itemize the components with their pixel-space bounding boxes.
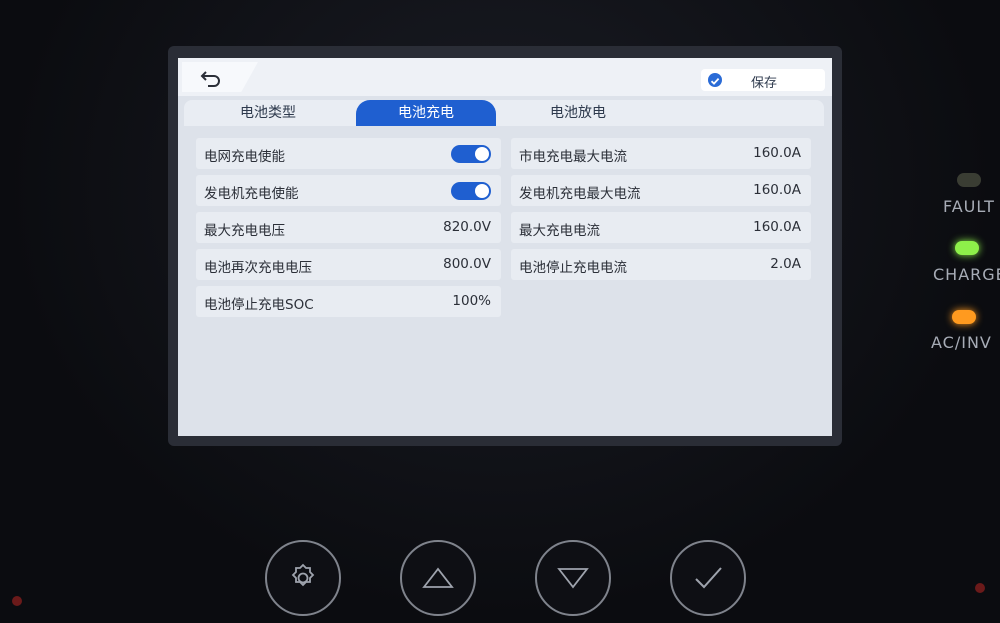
- save-label: 保存: [751, 76, 778, 91]
- setting-row-stop-charge-soc[interactable]: 电池停止充电SOC 100%: [196, 286, 501, 317]
- gear-icon: [291, 563, 315, 587]
- checkmark-circle-icon: [708, 73, 722, 87]
- setting-row-grid-max-charge-current[interactable]: 市电充电最大电流 160.0A: [511, 138, 811, 169]
- decorative-dot: [975, 583, 985, 593]
- save-button[interactable]: 保存: [701, 69, 825, 91]
- tab-battery-charge[interactable]: 电池充电: [356, 100, 496, 126]
- ac-inv-led: [952, 310, 976, 324]
- setting-row-generator-charge-enable[interactable]: 发电机充电使能: [196, 175, 501, 206]
- setting-label: 发电机充电使能: [204, 186, 299, 202]
- setting-value: 160.0A: [753, 219, 801, 235]
- decorative-dot: [12, 596, 22, 606]
- setting-label: 电池停止充电SOC: [204, 297, 314, 313]
- up-arrow-icon: [422, 567, 454, 588]
- setting-value: 820.0V: [443, 219, 491, 235]
- setting-row-generator-max-charge-current[interactable]: 发电机充电最大电流 160.0A: [511, 175, 811, 206]
- setting-row-grid-charge-enable[interactable]: 电网充电使能: [196, 138, 501, 169]
- setting-value: 800.0V: [443, 256, 491, 272]
- down-hw-button[interactable]: [535, 540, 611, 616]
- setting-value: 100%: [452, 293, 491, 309]
- setting-label: 电池再次充电电压: [204, 260, 312, 276]
- setting-value: 160.0A: [753, 145, 801, 161]
- down-arrow-icon: [557, 568, 589, 589]
- setting-label: 发电机充电最大电流: [519, 186, 641, 202]
- top-bar: 保存: [178, 58, 832, 96]
- generator-charge-toggle[interactable]: [451, 182, 491, 200]
- charge-label: CHARGE: [933, 265, 1000, 284]
- setting-row-recharge-voltage[interactable]: 电池再次充电电压 800.0V: [196, 249, 501, 280]
- setting-label: 最大充电电流: [519, 223, 600, 239]
- setting-label: 最大充电电压: [204, 223, 285, 239]
- setting-label: 电网充电使能: [204, 149, 285, 165]
- setting-label: 市电充电最大电流: [519, 149, 627, 165]
- setting-value: 160.0A: [753, 182, 801, 198]
- tab-bar: 电池类型 电池充电 电池放电: [184, 100, 824, 126]
- toggle-knob: [475, 184, 489, 198]
- setting-row-stop-charge-current[interactable]: 电池停止充电电流 2.0A: [511, 249, 811, 280]
- back-arrow-icon: [200, 71, 220, 87]
- back-button[interactable]: [182, 62, 258, 92]
- setting-row-max-charge-voltage[interactable]: 最大充电电压 820.0V: [196, 212, 501, 243]
- grid-charge-toggle[interactable]: [451, 145, 491, 163]
- ac-inv-label: AC/INV: [931, 333, 992, 352]
- tab-battery-type[interactable]: 电池类型: [218, 100, 318, 126]
- setting-value: 2.0A: [770, 256, 801, 272]
- lcd-screen: 保存 电池类型 电池充电 电池放电 电网充电使能 发电机充电使能 最大充电电压 …: [178, 58, 832, 436]
- settings-hw-button[interactable]: [265, 540, 341, 616]
- tab-battery-discharge[interactable]: 电池放电: [528, 100, 628, 126]
- check-icon: [695, 567, 722, 589]
- fault-led: [957, 173, 981, 187]
- setting-row-max-charge-current[interactable]: 最大充电电流 160.0A: [511, 212, 811, 243]
- confirm-hw-button[interactable]: [670, 540, 746, 616]
- up-hw-button[interactable]: [400, 540, 476, 616]
- fault-label: FAULT: [943, 197, 995, 216]
- charge-led: [955, 241, 979, 255]
- setting-label: 电池停止充电电流: [519, 260, 627, 276]
- toggle-knob: [475, 147, 489, 161]
